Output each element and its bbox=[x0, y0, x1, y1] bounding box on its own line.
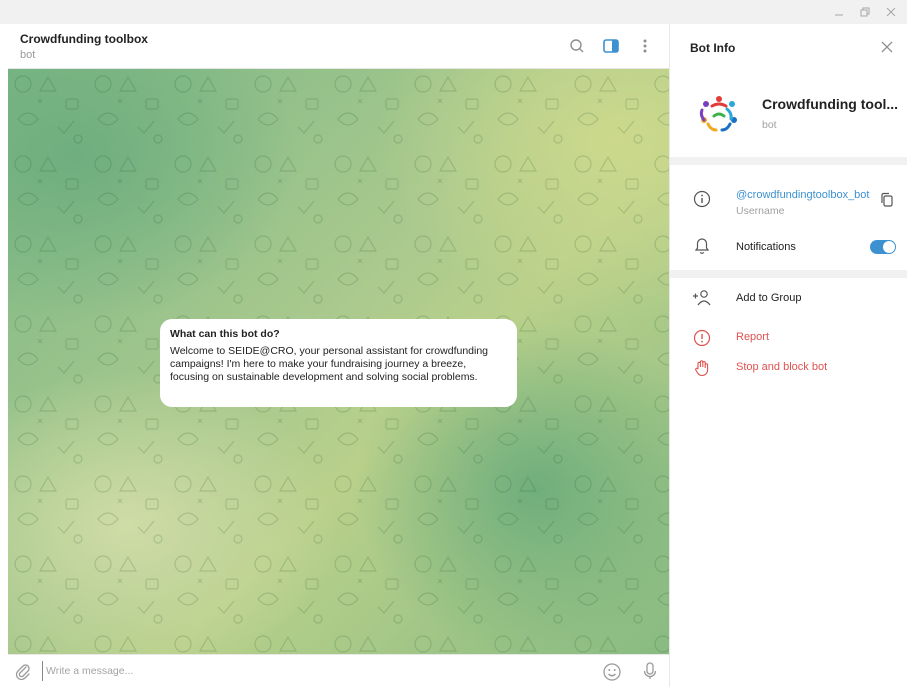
bot-name: Crowdfunding tool... bbox=[762, 96, 899, 112]
bot-description-title: What can this bot do? bbox=[170, 328, 280, 340]
copy-icon bbox=[881, 192, 893, 207]
copy-username-button[interactable] bbox=[880, 192, 896, 208]
sidebar-toggle-icon bbox=[603, 39, 619, 53]
chat-header-actions bbox=[565, 34, 657, 58]
username-link[interactable]: @crowdfundingtoolbox_bot bbox=[736, 189, 869, 201]
section-divider bbox=[670, 270, 907, 278]
panel-title: Bot Info bbox=[690, 41, 736, 55]
smile-icon bbox=[603, 663, 621, 681]
section-divider bbox=[670, 157, 907, 165]
hand-stop-icon bbox=[692, 358, 712, 378]
bot-avatar[interactable] bbox=[696, 94, 742, 136]
bell-icon bbox=[692, 236, 712, 256]
search-button[interactable] bbox=[565, 34, 589, 58]
emoji-button[interactable] bbox=[602, 662, 622, 682]
chat-header[interactable]: Crowdfunding toolbox bot bbox=[8, 24, 669, 69]
username-caption: Username bbox=[736, 205, 785, 217]
more-vertical-icon bbox=[643, 39, 647, 53]
bot-description-card: What can this bot do? Welcome to SEIDE@C… bbox=[160, 319, 517, 407]
message-input[interactable] bbox=[42, 661, 562, 681]
toggle-knob bbox=[883, 241, 895, 253]
window-title-bar bbox=[0, 0, 907, 24]
stop-and-block-action[interactable]: Stop and block bot bbox=[736, 361, 827, 373]
restore-icon bbox=[860, 7, 870, 17]
add-user-icon bbox=[692, 288, 712, 308]
message-composer bbox=[8, 654, 669, 687]
close-icon bbox=[886, 7, 896, 17]
chat-area: Crowdfunding toolbox bot What can this b… bbox=[8, 24, 669, 687]
minimize-button[interactable] bbox=[829, 2, 849, 22]
notifications-toggle[interactable] bbox=[870, 240, 896, 254]
chat-background: What can this bot do? Welcome to SEIDE@C… bbox=[8, 69, 669, 654]
report-action[interactable]: Report bbox=[736, 331, 769, 343]
search-icon bbox=[570, 39, 584, 53]
panel-close-button[interactable] bbox=[877, 37, 897, 57]
paperclip-icon bbox=[15, 664, 30, 681]
microphone-icon bbox=[643, 662, 657, 679]
notifications-label: Notifications bbox=[736, 241, 796, 253]
report-icon bbox=[692, 328, 712, 348]
maximize-button[interactable] bbox=[855, 2, 875, 22]
more-button[interactable] bbox=[633, 34, 657, 58]
info-icon bbox=[692, 189, 712, 209]
window-close-button[interactable] bbox=[881, 2, 901, 22]
voice-message-button[interactable] bbox=[640, 661, 660, 681]
bot-description-text: Welcome to SEIDE@CRO, your personal assi… bbox=[170, 345, 489, 383]
chat-status: bot bbox=[20, 49, 36, 61]
sidebar-toggle-button[interactable] bbox=[599, 34, 623, 58]
people-circle-logo-icon bbox=[699, 96, 737, 132]
minimize-icon bbox=[835, 14, 843, 16]
bot-info-panel: Bot Info Crowdfunding tool... bot @crowd… bbox=[669, 24, 907, 687]
chat-title[interactable]: Crowdfunding toolbox bbox=[20, 32, 148, 46]
add-to-group-action[interactable]: Add to Group bbox=[736, 292, 801, 304]
window-controls bbox=[829, 2, 901, 22]
bot-type-label: bot bbox=[762, 119, 777, 131]
attach-button[interactable] bbox=[14, 663, 32, 681]
close-icon bbox=[881, 41, 893, 53]
